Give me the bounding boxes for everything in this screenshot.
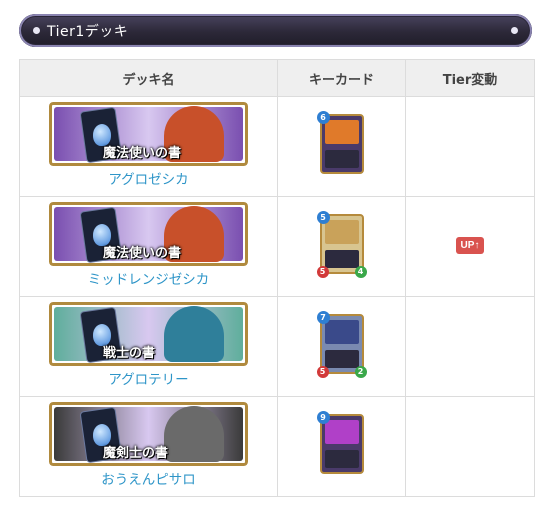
section-title: Tier1デッキ [47, 24, 129, 40]
deck-cell: 魔法使いの書 ミッドレンジゼシカ [19, 196, 278, 297]
table-row: 戦士の書 アグロテリー 7 5 2 [19, 296, 535, 397]
tier-change-cell [405, 96, 535, 197]
card-text-box [324, 150, 359, 168]
deck-banner-image[interactable]: 魔法使いの書 [49, 202, 248, 266]
tier-change-cell: UP↑ [405, 196, 535, 297]
mana-cost: 9 [316, 411, 330, 424]
card-text-box [324, 450, 359, 468]
deck-cell: 魔剣士の書 おうえんピサロ [19, 396, 278, 497]
mana-cost: 6 [316, 111, 330, 124]
keycard-cell: 9 [277, 396, 406, 497]
deck-banner-image[interactable]: 魔剣士の書 [49, 402, 248, 466]
card-art [324, 320, 359, 344]
banner-label: 魔法使いの書 [103, 146, 182, 161]
tier-change-cell [405, 296, 535, 397]
section-header: Tier1デッキ [19, 14, 532, 47]
banner-label: 魔剣士の書 [103, 446, 169, 461]
attack-stat: 5 [316, 266, 329, 278]
bullet-dot-icon [511, 27, 518, 34]
attack-stat: 5 [316, 366, 329, 378]
mana-cost: 7 [316, 311, 330, 324]
health-stat: 4 [354, 266, 367, 278]
mana-cost: 5 [316, 211, 330, 224]
tier-change-cell [405, 396, 535, 497]
card-art [324, 120, 359, 144]
deck-name-link[interactable]: ミッドレンジゼシカ [20, 268, 277, 288]
card-text-box [324, 250, 359, 268]
deck-banner-image[interactable]: 魔法使いの書 [49, 102, 248, 166]
card-art [324, 220, 359, 244]
deck-banner-image[interactable]: 戦士の書 [49, 302, 248, 366]
keycard-cell: 7 5 2 [277, 296, 406, 397]
keycard-cell: 6 [277, 96, 406, 197]
key-card-image[interactable]: 9 [316, 411, 364, 474]
banner-label: 魔法使いの書 [103, 246, 182, 261]
card-art [324, 420, 359, 444]
tier-deck-table: デッキ名 キーカード Tier変動 魔法使いの書 アグロゼシカ 6 魔法使いの書… [19, 59, 535, 497]
keycard-cell: 5 5 4 [277, 196, 406, 297]
column-header-tier-change: Tier変動 [405, 59, 535, 97]
banner-label: 戦士の書 [103, 346, 156, 361]
deck-name-link[interactable]: おうえんピサロ [20, 468, 277, 488]
key-card-image[interactable]: 5 5 4 [316, 211, 367, 278]
tier-up-badge: UP↑ [455, 237, 485, 254]
table-header-row: デッキ名 キーカード Tier変動 [19, 59, 535, 97]
table-row: 魔法使いの書 ミッドレンジゼシカ 5 5 4 UP↑ [19, 196, 535, 297]
deck-cell: 魔法使いの書 アグロゼシカ [19, 96, 278, 197]
table-row: 魔法使いの書 アグロゼシカ 6 [19, 96, 535, 197]
deck-name-link[interactable]: アグロテリー [20, 368, 277, 388]
card-text-box [324, 350, 359, 368]
column-header-deck: デッキ名 [19, 59, 278, 97]
deck-cell: 戦士の書 アグロテリー [19, 296, 278, 397]
key-card-image[interactable]: 6 [316, 111, 364, 174]
column-header-keycard: キーカード [277, 59, 406, 97]
health-stat: 2 [354, 366, 367, 378]
deck-name-link[interactable]: アグロゼシカ [20, 168, 277, 188]
key-card-image[interactable]: 7 5 2 [316, 311, 367, 378]
table-row: 魔剣士の書 おうえんピサロ 9 [19, 396, 535, 497]
bullet-dot-icon [33, 27, 40, 34]
